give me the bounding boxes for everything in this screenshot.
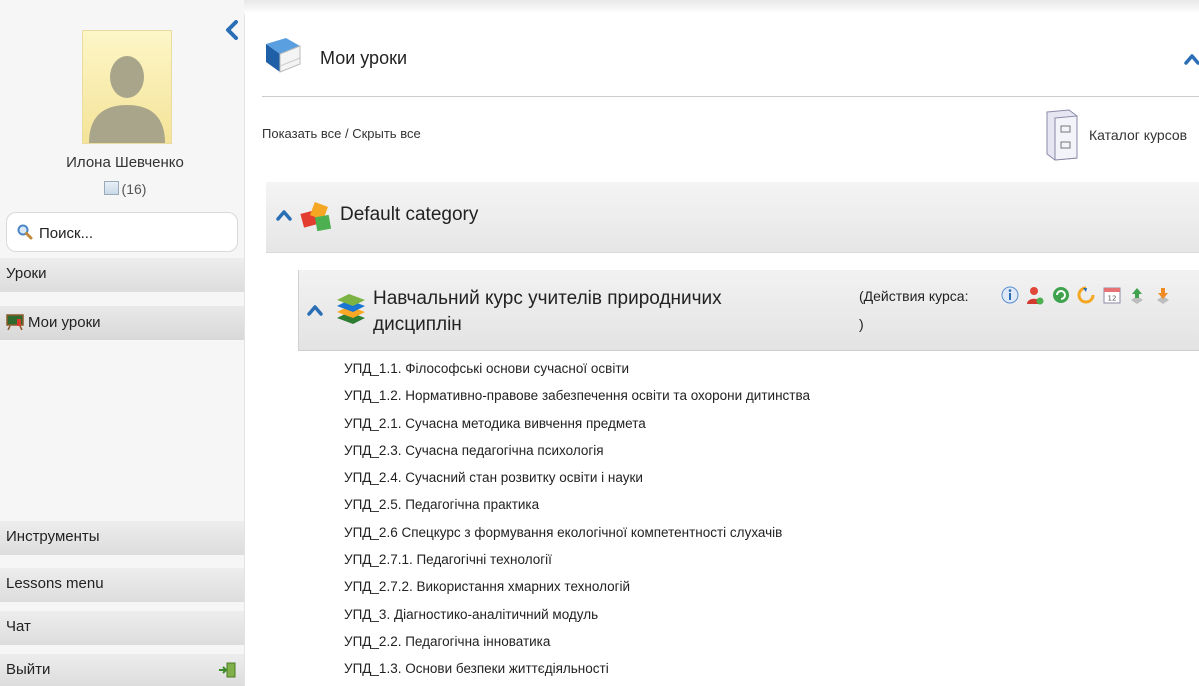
- calendar-icon[interactable]: 12: [1103, 286, 1121, 309]
- category-label[interactable]: Default category: [340, 204, 478, 226]
- lesson-link[interactable]: УПД_2.7.2. Використання хмарних технолог…: [344, 573, 810, 600]
- svg-text:12: 12: [1107, 295, 1116, 303]
- lesson-link[interactable]: УПД_2.3. Сучасна педагогічна психологія: [344, 437, 810, 464]
- lesson-link[interactable]: УПД_1.3. Основи безпеки життєдіяльності: [344, 655, 810, 682]
- course-actions-label: (Действия курса:: [859, 288, 969, 304]
- show-hide-all-link[interactable]: Показать все / Скрыть все: [262, 126, 421, 141]
- user-name[interactable]: Илона Шевченко: [0, 154, 250, 171]
- search-input[interactable]: [37, 221, 231, 245]
- logout-icon: [219, 662, 236, 678]
- lesson-link[interactable]: УПД_2.7.1. Педагогічні технології: [344, 546, 810, 573]
- top-shadow: [244, 0, 1199, 14]
- search-box: [6, 212, 238, 252]
- search-icon[interactable]: [17, 224, 33, 240]
- course-row: Навчальний курс учителів природничих дис…: [298, 270, 1199, 351]
- book-icon: [266, 38, 301, 73]
- course-title[interactable]: Навчальний курс учителів природничих дис…: [373, 286, 793, 338]
- page-title: Мои уроки: [320, 48, 408, 68]
- lesson-link[interactable]: УПД_2.1. Сучасна методика вивчення предм…: [344, 410, 810, 437]
- sidebar-section-label: Чат: [6, 618, 31, 635]
- avatar[interactable]: [82, 30, 172, 144]
- course-catalog-link[interactable]: Каталог курсов: [1041, 108, 1199, 162]
- page-header: Мои уроки: [262, 30, 1199, 97]
- recycle-icon[interactable]: [1052, 286, 1070, 309]
- lesson-link[interactable]: УПД_2.5. Педагогічна практика: [344, 491, 810, 518]
- sidebar-section-chat[interactable]: Чат: [0, 611, 244, 645]
- user-edit-icon[interactable]: [1026, 286, 1044, 311]
- collapse-course-icon[interactable]: [307, 304, 323, 316]
- main-content: Мои уроки Показать все / Скрыть все Ката…: [244, 0, 1199, 686]
- sidebar-section-label: Уроки: [6, 265, 47, 282]
- sidebar-section-lessons[interactable]: Уроки: [0, 258, 244, 292]
- logout-label: Выйти: [6, 661, 51, 678]
- collapse-panel-icon[interactable]: [1183, 52, 1199, 66]
- books-stack-icon: [337, 294, 365, 324]
- download-icon[interactable]: [1154, 286, 1172, 311]
- course-actions-close: ): [859, 316, 864, 332]
- course-action-icons: 12: [1001, 286, 1175, 306]
- blocks-icon: [300, 202, 332, 232]
- messages-icon[interactable]: [103, 181, 119, 195]
- lesson-link[interactable]: УПД_1.1. Філософські основи сучасної осв…: [344, 355, 810, 382]
- sidebar-section-tools[interactable]: Инструменты: [0, 521, 244, 555]
- filing-cabinet-icon: [1046, 109, 1078, 161]
- lesson-list: УПД_1.1. Філософські основи сучасної осв…: [344, 355, 810, 683]
- sidebar-section-label: Инструменты: [6, 528, 100, 545]
- sidebar-item-my-lessons[interactable]: Мои уроки: [0, 306, 244, 340]
- lesson-link[interactable]: УПД_1.2. Нормативно-правове забезпечення…: [344, 382, 810, 409]
- sidebar: Илона Шевченко (16) Уроки Мои уроки Инст…: [0, 0, 245, 686]
- lesson-link[interactable]: УПД_2.6 Спецкурс з формування екологічно…: [344, 519, 810, 546]
- lesson-link[interactable]: УПД_3. Діагностико-аналітичний модуль: [344, 601, 810, 628]
- lesson-link[interactable]: УПД_2.2. Педагогічна інноватика: [344, 628, 810, 655]
- user-silhouette-icon: [89, 56, 165, 143]
- category-row: Default category: [266, 182, 1199, 253]
- refresh-icon[interactable]: [1077, 286, 1095, 311]
- collapse-sidebar-icon[interactable]: [224, 20, 240, 40]
- sidebar-section-label: Lessons menu: [6, 575, 104, 592]
- info-icon[interactable]: [1001, 286, 1019, 309]
- catalog-label: Каталог курсов: [1089, 127, 1188, 143]
- upload-icon[interactable]: [1128, 286, 1146, 311]
- sidebar-item-label: Мои уроки: [28, 314, 101, 331]
- collapse-category-icon[interactable]: [276, 209, 292, 221]
- sidebar-section-lessons-menu[interactable]: Lessons menu: [0, 568, 244, 602]
- messages-counter[interactable]: (16): [0, 181, 250, 197]
- message-count: (16): [121, 181, 147, 197]
- classroom-board-icon: [6, 314, 24, 331]
- logout-button[interactable]: Выйти: [0, 654, 244, 686]
- lesson-link[interactable]: УПД_2.4. Сучасний стан розвитку освіти і…: [344, 464, 810, 491]
